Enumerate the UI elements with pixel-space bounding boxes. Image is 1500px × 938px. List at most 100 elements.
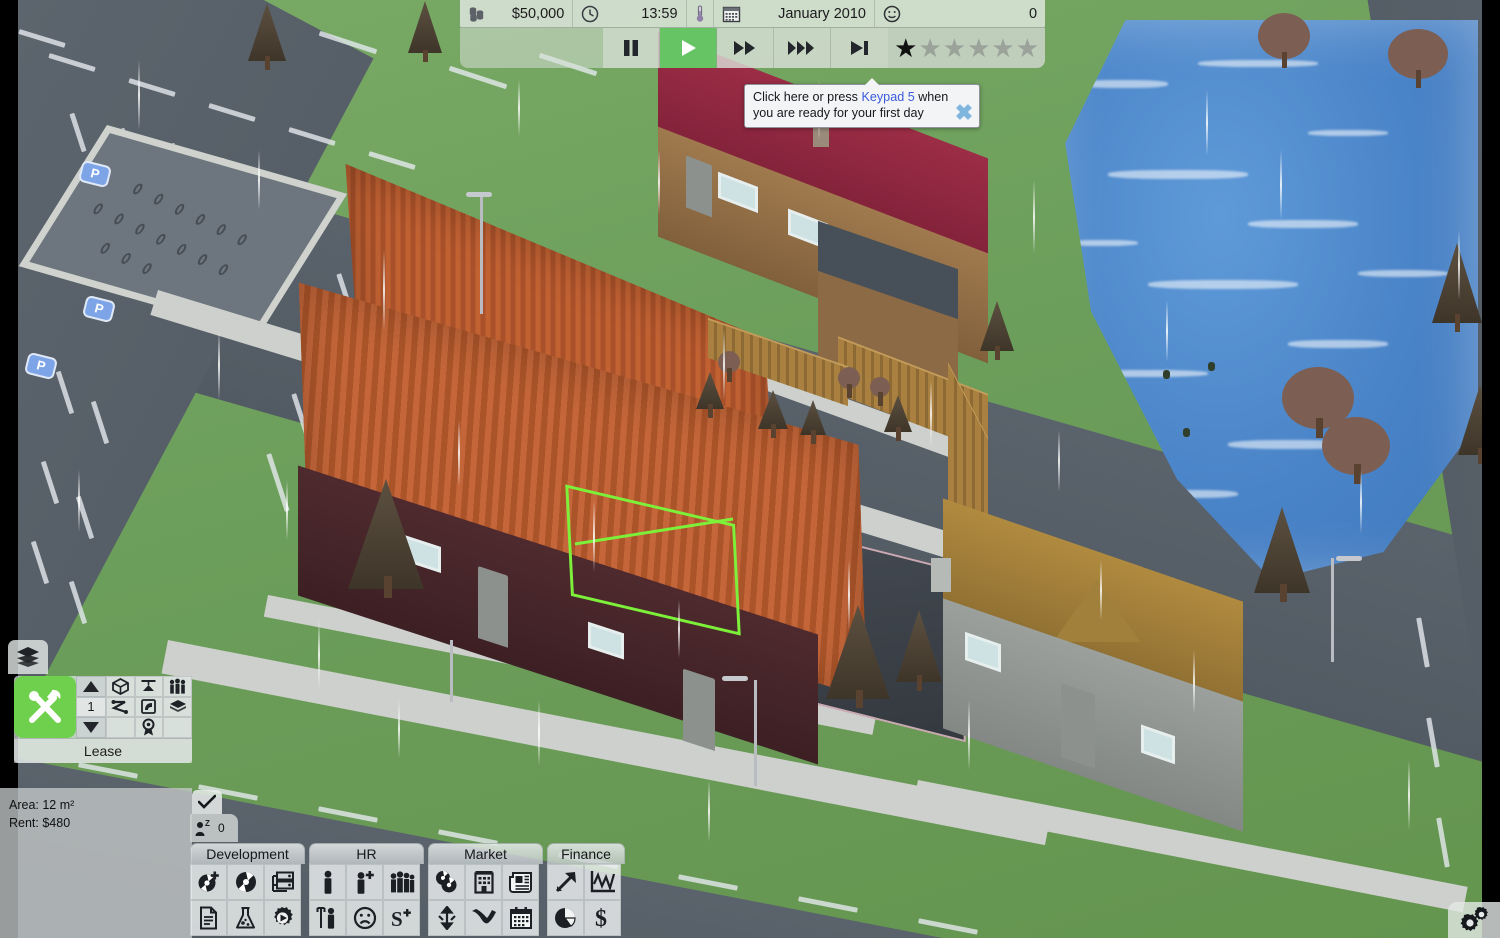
floor-stepper: 1: [76, 676, 106, 738]
tree: [348, 468, 424, 598]
lake-rock: [1163, 370, 1170, 379]
confirm-button[interactable]: [192, 790, 222, 814]
wrench-screwdriver-icon: [23, 685, 67, 729]
street-lamp-head: [722, 676, 748, 681]
training-icon[interactable]: [309, 900, 346, 936]
tooltip-text-before: Click here or press: [753, 90, 862, 104]
path-tool-button[interactable]: [106, 696, 135, 718]
tool-grid-empty: [106, 717, 135, 738]
stepper-down-button[interactable]: [76, 717, 106, 738]
tooltip-arrow: [865, 78, 879, 85]
date-stat[interactable]: January 2010: [714, 0, 875, 27]
line-chart-icon[interactable]: [584, 864, 621, 900]
team-icon[interactable]: [383, 864, 420, 900]
company-rating: ★ ★ ★ ★ ★ ★: [888, 28, 1045, 68]
tab-hr[interactable]: HR: [309, 843, 424, 864]
tools-button[interactable]: [14, 676, 76, 738]
tab-market[interactable]: Market: [428, 843, 543, 864]
status-strip: $50,000 13:59 January 2010 0: [460, 0, 1045, 28]
tree: [1458, 380, 1482, 464]
rating-star: ★: [1015, 33, 1040, 63]
tree: [896, 605, 942, 691]
tree: [826, 598, 890, 708]
distribution-icon[interactable]: [428, 900, 465, 936]
settings-button[interactable]: [1448, 902, 1500, 938]
pie-chart-icon[interactable]: [547, 900, 584, 936]
svg-text:$: $: [595, 906, 607, 931]
news-icon[interactable]: [502, 864, 539, 900]
tree: [1432, 236, 1482, 332]
layers-button[interactable]: [8, 640, 48, 674]
mood-icon[interactable]: [346, 900, 383, 936]
tree: [800, 400, 826, 444]
clock-icon: [581, 5, 599, 23]
play-button[interactable]: [659, 28, 717, 68]
smiley-icon: [883, 5, 901, 23]
lease-area: Area: 12 m²: [9, 798, 75, 812]
time-value: 13:59: [641, 5, 678, 22]
tree: [870, 377, 890, 406]
sleeping-employees-indicator[interactable]: Z 0: [190, 814, 238, 842]
building-grey-house: [931, 498, 1263, 832]
production-gear-icon[interactable]: [264, 900, 301, 936]
sleeping-person-icon: Z: [194, 818, 216, 838]
street-lamp-head: [1336, 556, 1362, 561]
products-icon[interactable]: [428, 864, 465, 900]
game-window: $50,000 13:59 January 2010: [0, 0, 1500, 938]
street-lamp: [1331, 558, 1334, 662]
employee-icon[interactable]: [309, 864, 346, 900]
close-icon[interactable]: ✖: [953, 102, 975, 125]
time-stat[interactable]: 13:59: [573, 0, 687, 27]
tool-grid-empty: [163, 717, 192, 738]
growth-arrow-icon[interactable]: [547, 864, 584, 900]
pause-button[interactable]: [602, 28, 660, 68]
new-project-disc-icon[interactable]: [190, 864, 227, 900]
tab-development[interactable]: Development: [190, 843, 305, 864]
date-value: January 2010: [778, 5, 866, 22]
people-button[interactable]: [163, 676, 192, 697]
salary-icon[interactable]: S: [383, 900, 420, 936]
wallpaper-button[interactable]: [134, 696, 164, 718]
dollar-icon[interactable]: $: [584, 900, 621, 936]
very-fast-forward-button[interactable]: [773, 28, 832, 68]
money-icon: [468, 5, 486, 22]
floor-button[interactable]: [163, 696, 192, 718]
satisfaction-stat[interactable]: 0: [875, 0, 1045, 27]
deals-handshake-icon[interactable]: [465, 900, 502, 936]
rating-star: ★: [991, 33, 1015, 63]
room-cube-button[interactable]: [106, 676, 135, 697]
rating-star: ★: [894, 33, 918, 63]
game-viewport[interactable]: [18, 0, 1482, 938]
speed-controls: ★ ★ ★ ★ ★ ★: [460, 28, 1045, 68]
street-lamp: [480, 196, 483, 314]
temperature-stat[interactable]: [687, 0, 714, 27]
category-hr: HR S: [309, 843, 424, 936]
marketing-calendar-icon[interactable]: [502, 900, 539, 936]
category-market: Market: [428, 843, 543, 936]
tooltip-keypad-highlight: Keypad 5: [861, 90, 915, 104]
lake-rock: [1208, 362, 1215, 371]
tree: [980, 300, 1014, 360]
lake-rock: [1183, 428, 1190, 437]
stepper-up-button[interactable]: [76, 676, 106, 697]
tree: [718, 351, 740, 382]
fast-forward-button[interactable]: [716, 28, 774, 68]
bottom-toolbar: Development HR S Market Finance $: [190, 843, 629, 938]
award-button[interactable]: [134, 717, 164, 738]
design-document-icon[interactable]: [190, 900, 227, 936]
competitors-icon[interactable]: [465, 864, 502, 900]
projects-disc-icon[interactable]: [227, 864, 264, 900]
tree: [838, 367, 860, 398]
lease-info-panel: Area: 12 m² Rent: $480: [0, 788, 192, 938]
servers-icon[interactable]: [264, 864, 301, 900]
speed-control-row: ★ ★ ★ ★ ★ ★: [460, 28, 1045, 68]
lease-header: Lease: [14, 738, 192, 763]
skip-to-end-button[interactable]: [831, 28, 889, 68]
rating-star: ★: [918, 33, 942, 63]
ceiling-light-button[interactable]: [134, 676, 164, 697]
research-flask-icon[interactable]: [227, 900, 264, 936]
satisfaction-value: 0: [1028, 5, 1038, 22]
tab-finance[interactable]: Finance: [547, 843, 625, 864]
money-stat[interactable]: $50,000: [460, 0, 574, 27]
hire-employee-icon[interactable]: [346, 864, 383, 900]
